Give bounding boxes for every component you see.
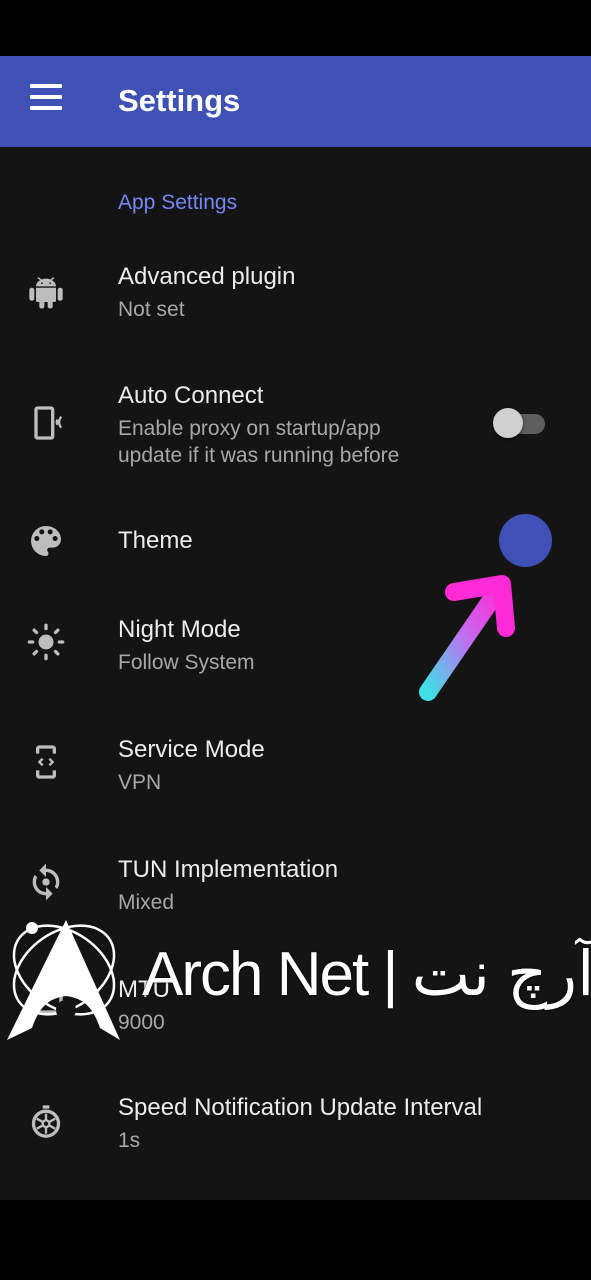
section-header-app-settings: App Settings bbox=[118, 191, 238, 214]
pref-title: Theme bbox=[118, 527, 193, 554]
android-icon bbox=[26, 274, 66, 314]
arch-logo-icon bbox=[7, 920, 120, 1040]
brightness-icon bbox=[26, 622, 66, 662]
menu-button[interactable] bbox=[26, 84, 66, 120]
menu-icon-line bbox=[30, 106, 62, 110]
watermark-text: Arch Net | آرچ نت bbox=[142, 940, 591, 1009]
pref-speed-notification-interval[interactable]: Speed Notification Update Interval 1s bbox=[0, 1082, 591, 1182]
pref-auto-connect[interactable]: Auto Connect Enable proxy on startup/app… bbox=[0, 367, 591, 487]
pref-service-mode[interactable]: Service Mode VPN bbox=[0, 722, 591, 822]
pref-summary: Follow System bbox=[118, 651, 255, 674]
navigation-bar bbox=[0, 1200, 591, 1280]
switch-thumb bbox=[493, 408, 523, 438]
pref-title: Night Mode bbox=[118, 616, 241, 643]
pref-title: Auto Connect bbox=[118, 382, 264, 409]
menu-icon-line bbox=[30, 95, 62, 99]
palette-icon bbox=[26, 521, 66, 561]
watermark: Arch Net | آرچ نت bbox=[0, 905, 591, 1045]
pref-title: TUN Implementation bbox=[118, 856, 339, 883]
theme-color-swatch[interactable] bbox=[499, 514, 552, 567]
app-bar: Settings bbox=[0, 56, 591, 147]
pref-title: Speed Notification Update Interval bbox=[118, 1094, 483, 1121]
status-bar bbox=[0, 0, 591, 56]
pref-theme[interactable]: Theme bbox=[0, 507, 591, 577]
pref-summary: Not set bbox=[118, 298, 185, 321]
page-title: Settings bbox=[118, 83, 241, 118]
menu-icon-line bbox=[30, 84, 62, 88]
phone-vibrate-icon bbox=[26, 403, 66, 443]
pref-summary: update if it was running before bbox=[118, 444, 400, 467]
phone-link-icon bbox=[26, 742, 66, 782]
pref-summary: 1s bbox=[118, 1129, 141, 1152]
annotation-arrow-icon bbox=[419, 575, 515, 701]
sync-icon bbox=[26, 862, 66, 902]
pref-title: Service Mode bbox=[118, 736, 265, 763]
auto-connect-switch[interactable] bbox=[493, 406, 547, 440]
pref-summary: Enable proxy on startup/app bbox=[118, 417, 381, 440]
pref-summary: VPN bbox=[118, 771, 162, 794]
pref-title: Advanced plugin bbox=[118, 263, 296, 290]
timer-icon bbox=[26, 1102, 66, 1142]
pref-advanced-plugin[interactable]: Advanced plugin Not set bbox=[0, 247, 591, 347]
